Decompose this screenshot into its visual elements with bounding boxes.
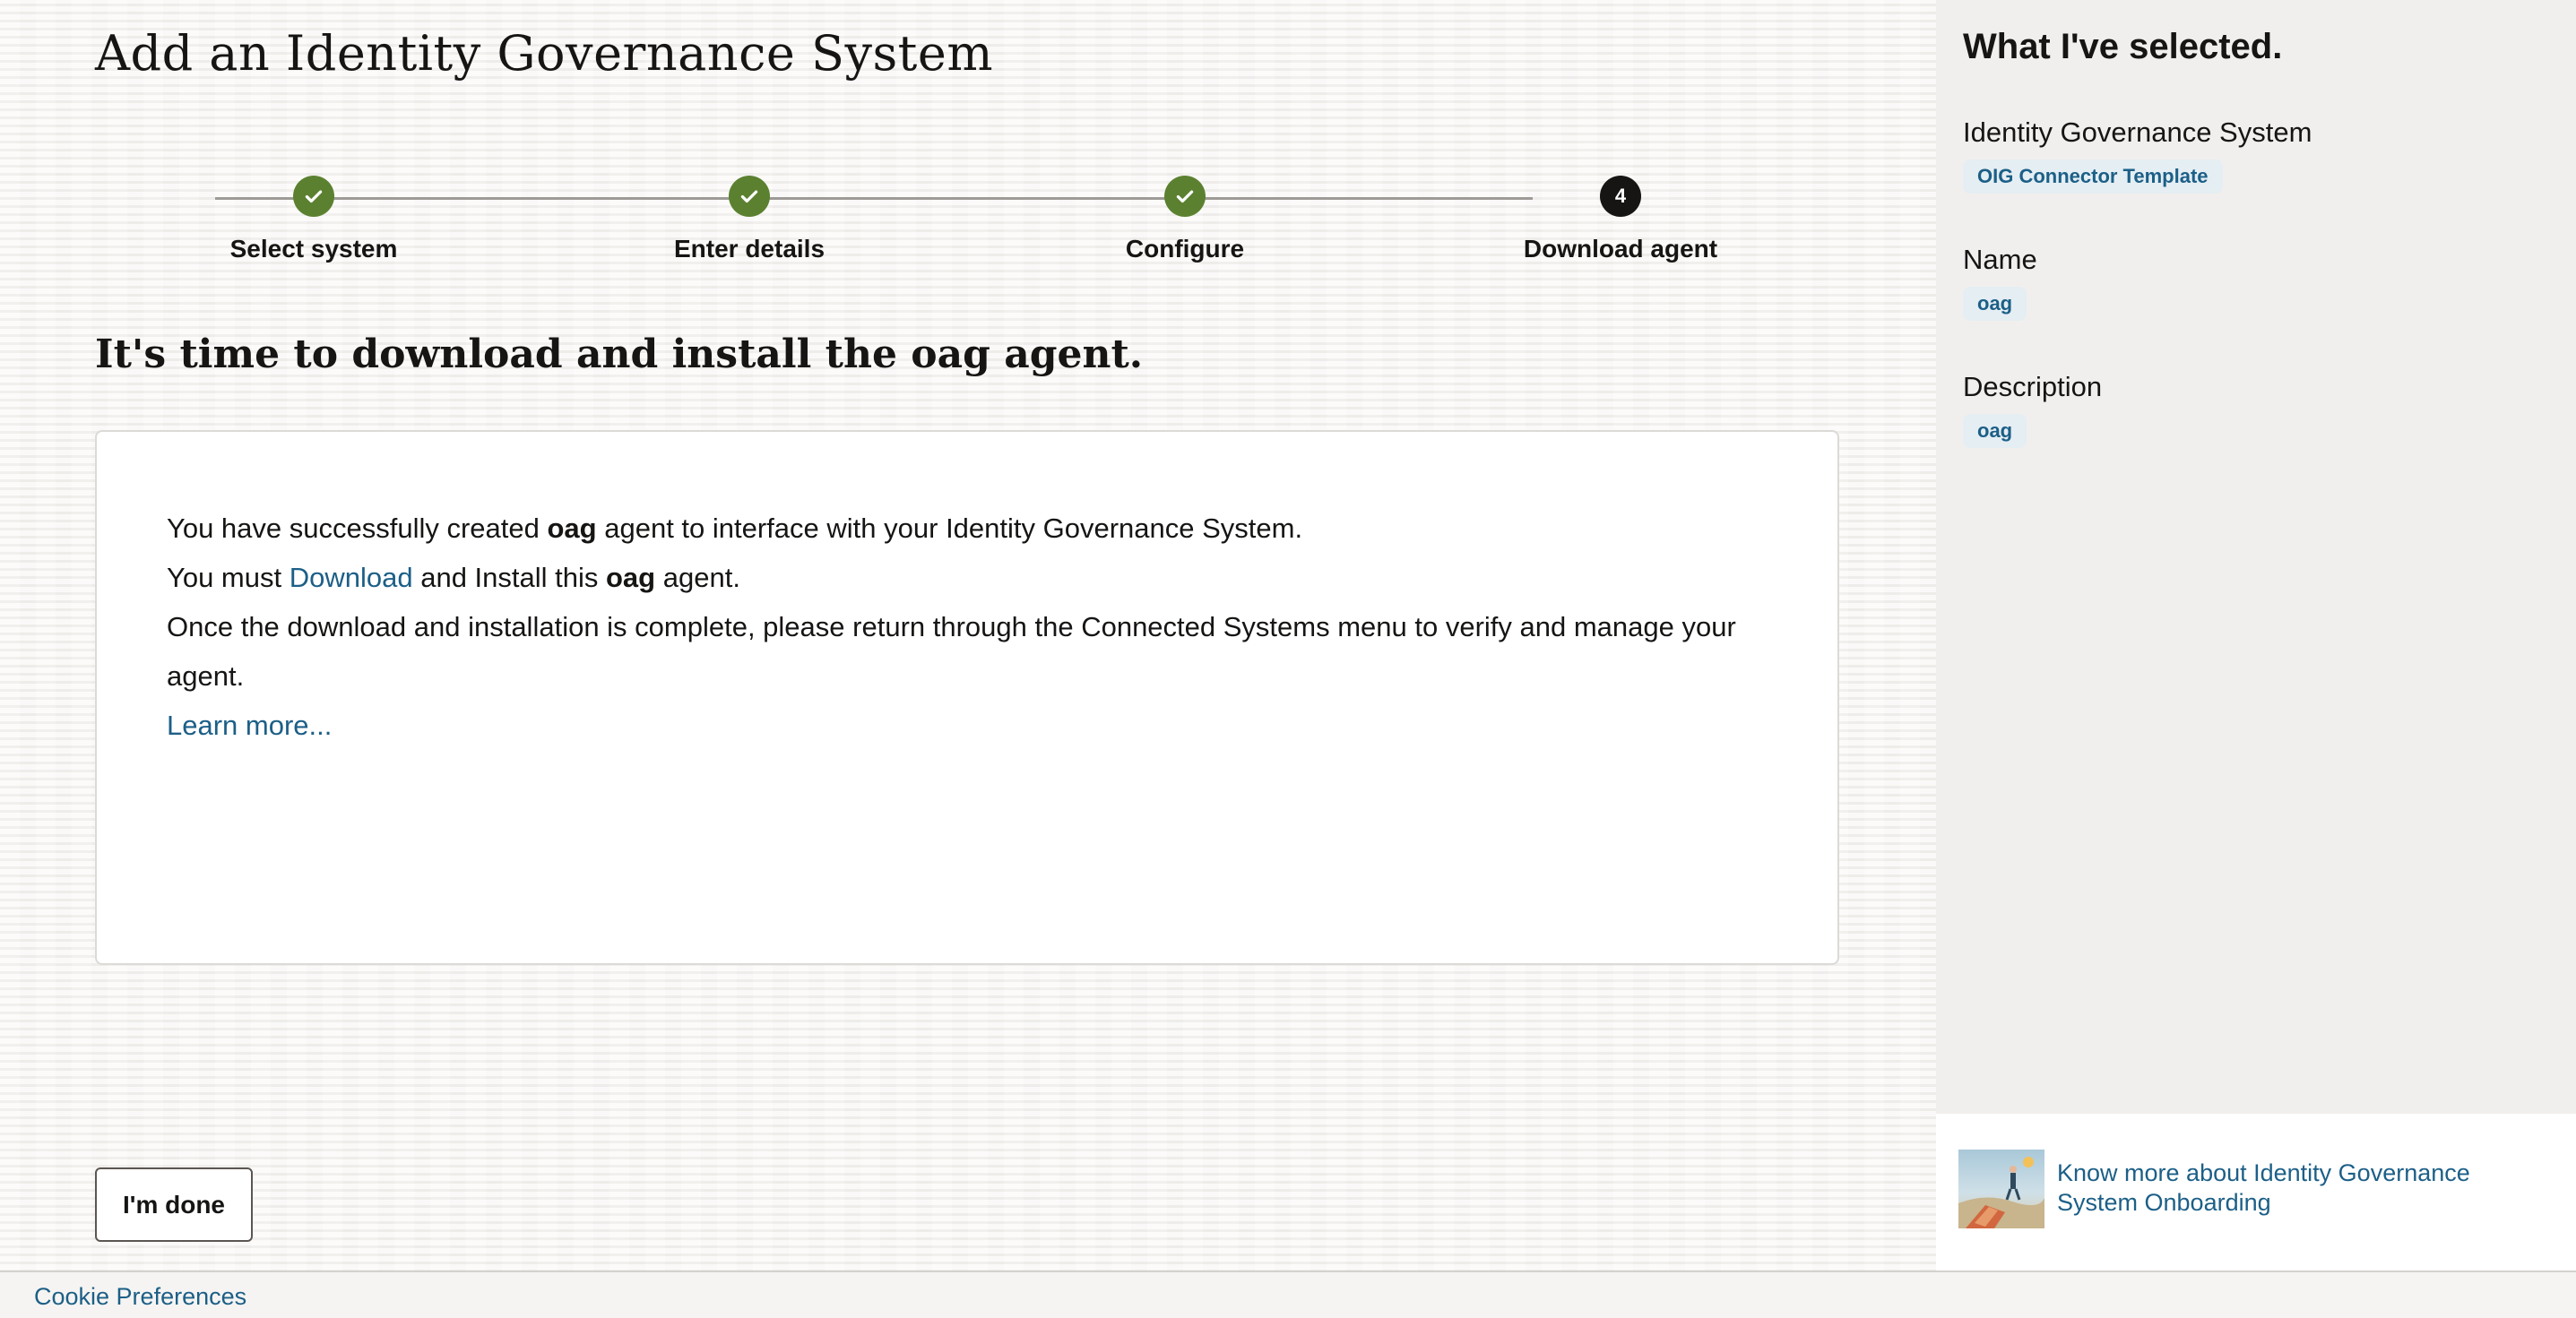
step-label: Select system — [229, 235, 398, 263]
main-content: Add an Identity Governance System Select… — [0, 0, 1936, 1271]
agent-name: oag — [547, 513, 597, 544]
step-enter-details: Enter details — [615, 176, 884, 263]
check-icon — [1164, 176, 1206, 217]
step-label: Configure — [1125, 235, 1245, 263]
info-card: You have successfully created oag agent … — [95, 430, 1839, 965]
summary-item-system: Identity Governance System OIG Connector… — [1963, 116, 2312, 194]
cookie-preferences-link[interactable]: Cookie Preferences — [34, 1283, 246, 1311]
page-title: Add an Identity Governance System — [95, 25, 994, 82]
summary-value-chip: oag — [1963, 287, 2027, 321]
promo-area: Know more about Identity Governance Syst… — [1936, 1114, 2576, 1271]
step-select-system: Select system — [179, 176, 448, 263]
summary-label: Identity Governance System — [1963, 116, 2312, 148]
selection-summary-panel: What I've selected. Identity Governance … — [1936, 0, 2576, 1114]
summary-label: Name — [1963, 244, 2037, 275]
download-instruction: You must Download and Install this oag a… — [167, 553, 1780, 602]
step-download-agent: 4 Download agent — [1486, 176, 1755, 263]
onboarding-info-link[interactable]: Know more about Identity Governance Syst… — [2057, 1159, 2541, 1218]
summary-item-description: Description oag — [1963, 371, 2102, 448]
progress-stepper: Select system Enter details Configure 4 … — [215, 176, 1717, 274]
agent-name: oag — [606, 562, 656, 593]
step-number-badge: 4 — [1600, 176, 1641, 217]
step-configure: Configure — [1050, 176, 1319, 263]
check-icon — [293, 176, 334, 217]
info-card-body: You have successfully created oag agent … — [167, 504, 1780, 750]
check-icon — [729, 176, 770, 217]
post-install-note: Once the download and installation is co… — [167, 611, 1736, 692]
success-message: You have successfully created oag agent … — [167, 504, 1780, 553]
text: You have successfully created — [167, 513, 548, 544]
text: agent. — [655, 562, 740, 593]
step-label: Enter details — [673, 235, 826, 263]
step-label: Download agent — [1523, 235, 1718, 263]
text: and Install this — [412, 562, 606, 593]
footer: Cookie Preferences — [0, 1271, 2576, 1318]
summary-value-chip: oag — [1963, 414, 2027, 448]
summary-label: Description — [1963, 371, 2103, 402]
download-link[interactable]: Download — [290, 562, 413, 593]
im-done-button[interactable]: I'm done — [95, 1167, 253, 1242]
section-subtitle: It's time to download and install the oa… — [95, 332, 1144, 377]
summary-value-chip: OIG Connector Template — [1963, 159, 2223, 194]
learn-more-link[interactable]: Learn more... — [167, 710, 332, 741]
summary-item-name: Name oag — [1963, 244, 2037, 321]
text: You must — [167, 562, 290, 593]
onboarding-illustration-icon — [1958, 1150, 2044, 1228]
text: agent to interface with your Identity Go… — [596, 513, 1303, 544]
summary-heading: What I've selected. — [1963, 27, 2283, 66]
